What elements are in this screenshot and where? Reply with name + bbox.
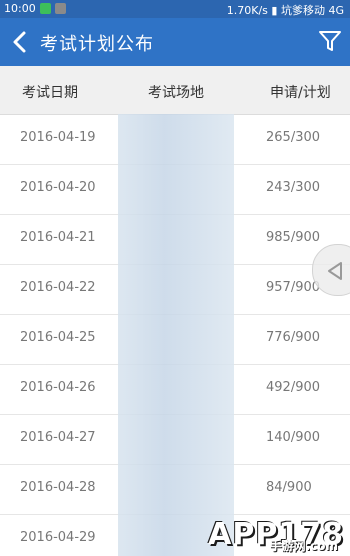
row-count: 985/900	[266, 230, 321, 245]
status-bar: 10:00 1.70K/s ▮ 坑爹移动 4G	[0, 0, 350, 18]
carrier-label: 坑爹移动 4G	[280, 4, 344, 17]
row-count: 957/900	[266, 280, 321, 295]
row-count: 492/900	[266, 380, 321, 395]
row-count: 140/900	[266, 430, 321, 445]
notification-icon-2	[55, 3, 66, 14]
header-count: 申请/计划	[270, 85, 331, 101]
row-date: 2016-04-28	[20, 480, 96, 495]
row-date: 2016-04-29	[20, 530, 96, 545]
row-date: 2016-04-20	[20, 180, 96, 195]
page-title: 考试计划公布	[40, 34, 154, 55]
row-date: 2016-04-22	[20, 280, 96, 295]
back-arrow-icon	[13, 31, 26, 53]
venue-column-redacted	[118, 114, 234, 556]
row-count: 243/300	[266, 180, 321, 195]
watermark: APP178 手游网.com	[208, 517, 344, 554]
collapse-left-icon	[328, 262, 342, 280]
status-right: 1.70K/s ▮ 坑爹移动 4G	[227, 2, 344, 18]
row-count: 265/300	[266, 130, 321, 145]
row-date: 2016-04-19	[20, 130, 96, 145]
app-bar: 考试计划公布	[0, 18, 350, 66]
header-date: 考试日期	[22, 85, 78, 101]
notification-icon	[40, 3, 51, 14]
row-date: 2016-04-27	[20, 430, 96, 445]
row-date: 2016-04-25	[20, 330, 96, 345]
signal-icon: ▮	[271, 4, 278, 17]
status-time: 10:00	[4, 2, 36, 15]
watermark-domain: .com	[305, 539, 338, 553]
filter-button[interactable]	[318, 28, 342, 54]
back-button[interactable]	[8, 27, 34, 57]
watermark-sub: 手游网.com	[270, 537, 338, 554]
network-speed: 1.70K/s	[226, 4, 268, 17]
table-header: 考试日期 考试场地 申请/计划	[0, 66, 350, 115]
row-date: 2016-04-26	[20, 380, 96, 395]
watermark-sub-text: 手游网	[269, 539, 306, 553]
row-count: 776/900	[266, 330, 321, 345]
header-venue: 考试场地	[148, 85, 204, 101]
row-date: 2016-04-21	[20, 230, 96, 245]
filter-icon	[319, 31, 341, 51]
row-count: 84/900	[266, 480, 312, 495]
